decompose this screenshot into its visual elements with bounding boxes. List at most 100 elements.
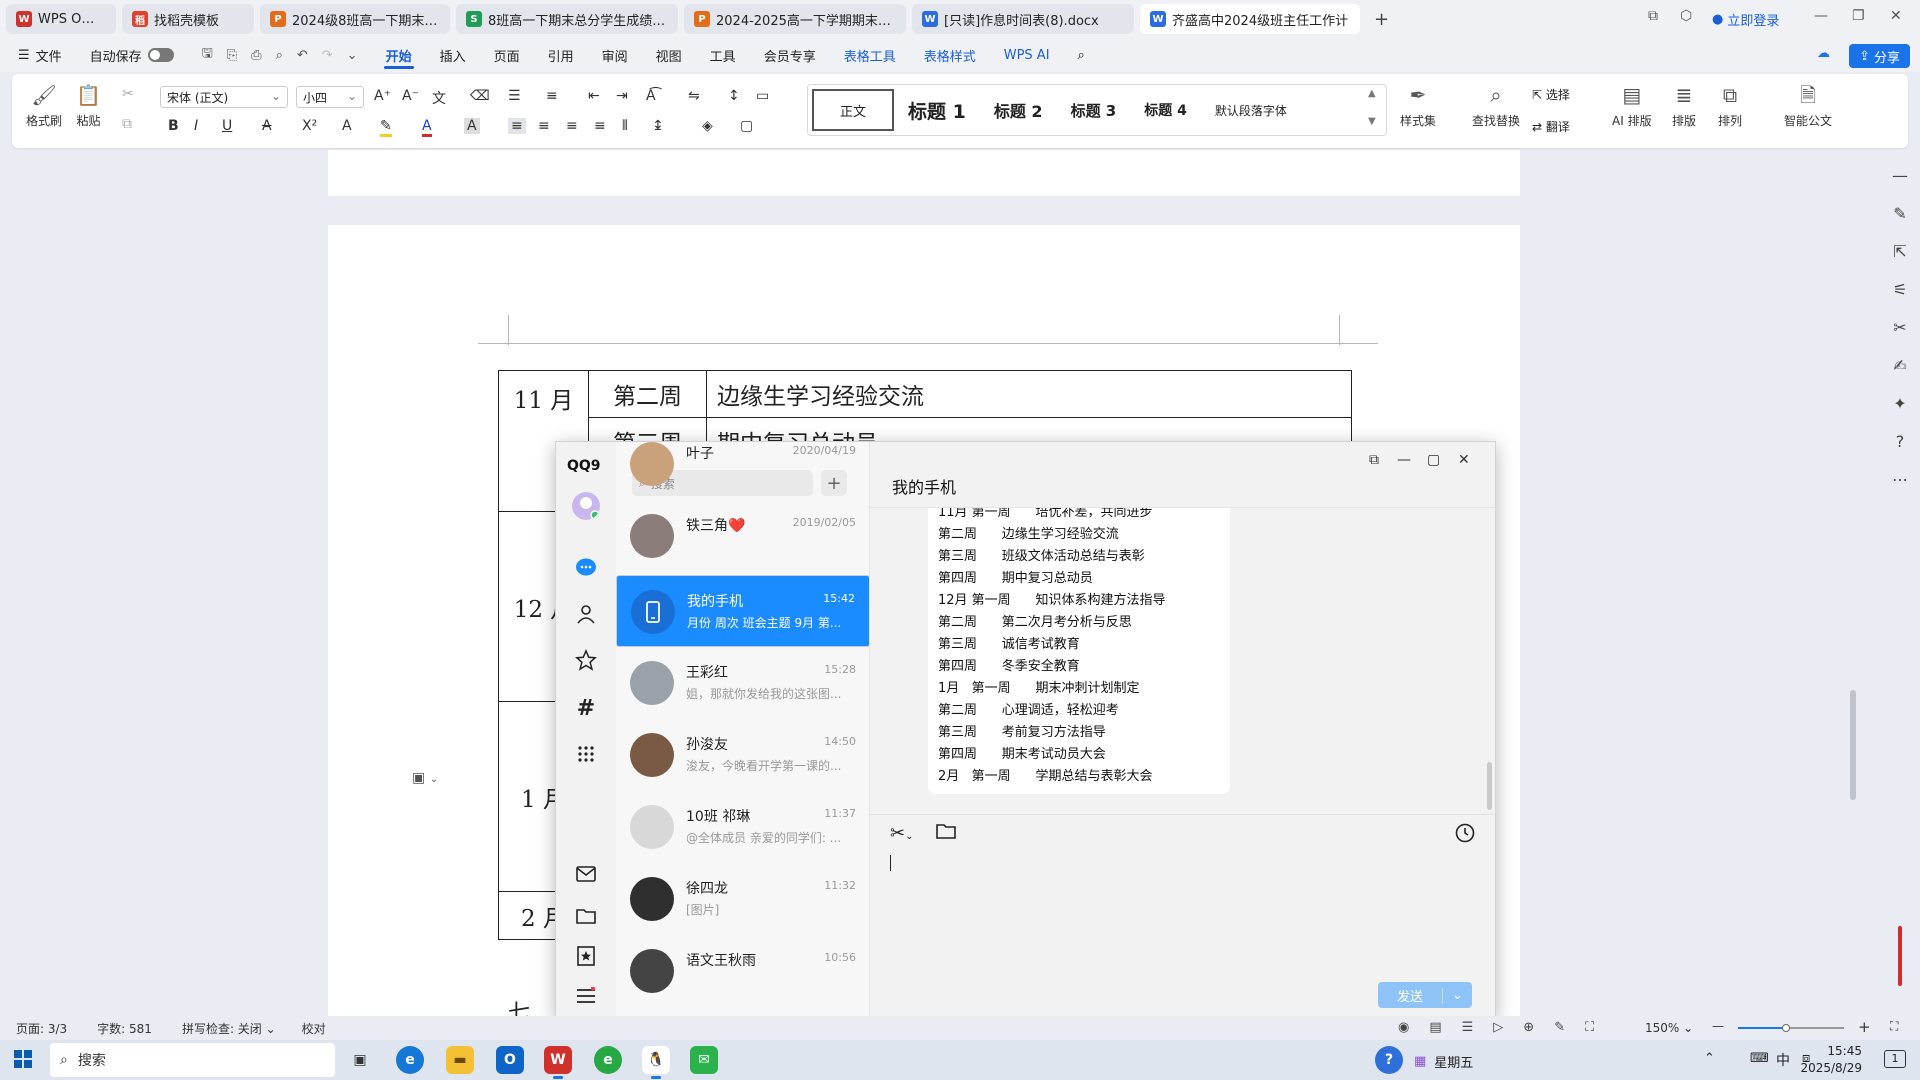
align-right-icon[interactable]: ≡ [566, 118, 578, 134]
zoom-slider-knob[interactable] [1781, 1024, 1790, 1032]
ribbon-tab[interactable]: 会员专享 [750, 38, 830, 72]
bullet-list-icon[interactable]: ☰ [508, 88, 521, 104]
message-scrollbar[interactable] [1487, 762, 1492, 810]
cloud-sync-icon[interactable]: ☁ [1817, 46, 1830, 61]
input-indicator-icon[interactable]: ⌨ [1750, 1051, 1769, 1066]
format-brush-button[interactable]: 🖌 格式刷 [26, 84, 62, 129]
calendar-widget[interactable]: ▦ 星期五 [1414, 1052, 1473, 1071]
tools-icon[interactable]: ✂ [1893, 318, 1906, 337]
align-left-icon[interactable]: ≡ [508, 118, 526, 134]
close-icon[interactable]: ✕ [1458, 452, 1470, 468]
style-preset[interactable]: 默认段落字体 [1201, 102, 1301, 119]
document-tab[interactable]: 稻找稻壳模板 [122, 4, 254, 34]
more-chevron-icon[interactable]: ⌄ [347, 48, 358, 63]
paragraph-layout-float-button[interactable]: ▣ ⌄ [412, 770, 438, 786]
style-preset[interactable]: 标题 1 [894, 97, 980, 124]
fit-page-icon[interactable]: ⛶ [1585, 1020, 1594, 1035]
ai-layout-button[interactable]: ▤ AI 排版 [1612, 84, 1652, 129]
windows-start-icon[interactable] [14, 1050, 32, 1072]
conversation-item[interactable]: 语文王秋雨 10:56 [616, 935, 869, 1007]
sign-icon[interactable]: ✍ [1893, 356, 1906, 375]
ribbon-tab[interactable]: 页面 [480, 38, 534, 72]
document-tab[interactable]: P 2024-2025高一下学期期末家长课堂 [684, 4, 906, 34]
pen-icon[interactable]: ✎ [1893, 204, 1906, 223]
text-direction-icon[interactable]: ⇋ [688, 88, 700, 104]
eye-protect-icon[interactable]: ◉ [1398, 1020, 1409, 1035]
main-menu-icon[interactable] [572, 982, 600, 1010]
style-preset[interactable]: 标题 3 [1057, 100, 1131, 121]
help-assistant-icon[interactable]: ? [1375, 1046, 1403, 1074]
minimize-icon[interactable]: — [1397, 452, 1411, 468]
clear-format-icon[interactable]: ⌫ [470, 88, 490, 104]
arrange-button[interactable]: ⧉ 排列 [1718, 84, 1742, 129]
task-view-icon[interactable]: ▣ [346, 1046, 374, 1074]
conversation-item[interactable]: 叶子 2020/04/19 [616, 442, 869, 500]
ribbon-tab[interactable]: 插入 [426, 38, 480, 72]
document-tab[interactable]: W 齐盛高中2024级班主任工作计 [1140, 4, 1360, 34]
send-options-chevron-icon[interactable]: ⌄ [1442, 987, 1472, 1003]
style-set-button[interactable]: ✒ 样式集 [1400, 84, 1436, 129]
conversation-item[interactable]: 铁三角❤️ 2019/02/05 [616, 500, 869, 572]
font-name-select[interactable]: 宋体 (正文) ⌄ [160, 86, 288, 108]
ie-browser-icon[interactable]: e [594, 1046, 622, 1074]
page-view-icon[interactable]: ▤ [1429, 1020, 1441, 1035]
ribbon-tab[interactable]: WPS AI [990, 38, 1064, 72]
ribbon-tab[interactable]: 开始 [372, 38, 426, 72]
chevron-down-icon[interactable]: ⌄ [905, 831, 913, 842]
apps-grid-icon[interactable] [572, 740, 600, 768]
history-clock-icon[interactable] [1455, 823, 1475, 847]
share-button[interactable]: ⇪ 分享 [1849, 44, 1910, 68]
tray-overflow-icon[interactable]: ⌃ [1704, 1051, 1715, 1066]
pinyin-icon[interactable]: 文 [432, 88, 446, 108]
help-icon[interactable]: ? [1896, 432, 1905, 451]
spell-check-status[interactable]: 拼写检查: 关闭 ⌄ [182, 1020, 276, 1037]
undo-icon[interactable]: ↶ [297, 48, 308, 63]
ribbon-tab[interactable]: 表格工具 [830, 38, 910, 72]
decrease-indent-icon[interactable]: ⇤ [588, 88, 600, 104]
strikethrough-icon[interactable]: A [262, 118, 272, 134]
sort-icon[interactable]: ↕ [728, 88, 740, 104]
outlook-icon[interactable]: O [496, 1046, 524, 1074]
week-cell[interactable]: 第二周 [588, 370, 707, 418]
word-count[interactable]: 字数: 581 [97, 1020, 152, 1037]
sliders-icon[interactable]: ⚟ [1893, 280, 1907, 299]
web-view-icon[interactable]: ⊕ [1523, 1020, 1534, 1035]
ribbon-tab[interactable]: 表格样式 [910, 38, 990, 72]
contacts-nav-icon[interactable] [572, 600, 600, 628]
shading-icon[interactable]: ◈ [702, 118, 713, 134]
line-spacing-icon[interactable]: ↨ [652, 118, 664, 134]
send-file-icon[interactable] [936, 823, 956, 843]
send-button[interactable]: 发送 ⌄ [1378, 982, 1472, 1008]
highlight-icon[interactable]: ✎ [380, 118, 392, 137]
pin-window-icon[interactable]: ⧉ [1369, 452, 1379, 468]
print-preview-icon[interactable]: ⌕ [276, 48, 283, 63]
login-link[interactable]: ● 立即登录 [1712, 10, 1779, 29]
conversation-item[interactable]: 王彩红 15:28 姐，那就你发给我的这张图... [616, 647, 869, 719]
message-area[interactable]: 11月 第一周 培优补差，共同进步 第二周 边缘生学习经验交流 第三周 班级文体活动… [870, 507, 1495, 809]
doc-scrollbar-thumb[interactable] [1850, 690, 1856, 800]
autosave-switch[interactable] [147, 48, 174, 62]
style-gallery-up-icon[interactable]: ▲ [1368, 88, 1376, 99]
chinese-layout-icon[interactable]: A͡ [646, 88, 656, 104]
translate-button[interactable]: ⇄ 翻译 [1532, 118, 1570, 135]
topic-cell[interactable]: 边缘生学习经验交流 [706, 370, 1352, 418]
font-color-icon[interactable]: A [422, 118, 432, 137]
ribbon-tab[interactable]: 引用 [534, 38, 588, 72]
more-icon[interactable]: ⋯ [1892, 470, 1908, 489]
style-preset[interactable]: 标题 4 [1130, 100, 1201, 120]
taskbar-clock[interactable]: 15:45 2025/8/29 [1800, 1043, 1862, 1077]
conversation-item[interactable]: 10班 祁琳 11:37 @全体成员 亲爱的同学们: ... [616, 791, 869, 863]
screenshot-scissors-icon[interactable]: ✂⌄ [890, 823, 913, 844]
file-menu[interactable]: ☰ 文件 [0, 38, 76, 72]
document-tab[interactable]: W WPS Office [6, 4, 116, 34]
mail-icon[interactable] [572, 860, 600, 888]
zoom-out-icon[interactable]: — [1712, 1019, 1724, 1033]
shrink-font-icon[interactable]: A⁻ [402, 88, 419, 104]
restore-window-icon[interactable]: ❐ [1852, 8, 1865, 24]
export-icon[interactable]: ⎘ [227, 48, 237, 63]
window-tile-icon[interactable]: ⧉ [1648, 8, 1658, 24]
search-icon[interactable]: ⌕ [1064, 38, 1099, 72]
qq-penguin-icon[interactable]: 🐧 [642, 1046, 670, 1079]
zoom-slider[interactable] [1738, 1024, 1844, 1032]
conversation-item[interactable]: 徐四龙 11:32 [图片] [616, 863, 869, 935]
